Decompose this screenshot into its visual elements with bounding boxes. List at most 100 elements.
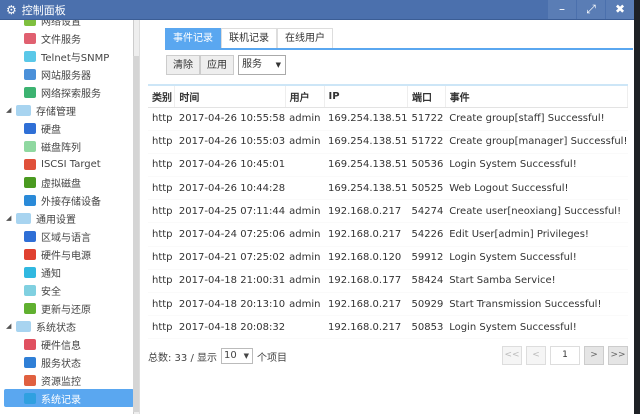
sidebar-item[interactable]: 网站服务器 <box>0 65 134 83</box>
filter-select[interactable]: 服务 ▼ <box>238 55 286 75</box>
clear-button[interactable]: 清除 <box>166 55 200 75</box>
sidebar-item[interactable]: 硬件与电源 <box>0 245 134 263</box>
sidebar-item-label: 虚拟磁盘 <box>41 178 81 190</box>
column-header[interactable]: 时间 <box>174 84 286 108</box>
sidebar-item[interactable]: 磁盘阵列 <box>0 137 134 155</box>
table-row[interactable]: http 2017-04-26 10:45:01 169.254.138.51 505… <box>148 153 628 178</box>
sidebar-item[interactable]: ◢ 通用设置 <box>0 209 134 227</box>
table-cell: http <box>148 199 175 224</box>
sidebar-item-label: 系统状态 <box>36 322 76 334</box>
sidebar-item-label: 区域与语言 <box>41 232 91 244</box>
sidebar-item[interactable]: 网络设置 <box>0 20 134 29</box>
table-row[interactable]: http 2017-04-18 21:00:31 admin 192.168.0.17… <box>148 269 628 294</box>
table-cell: 59912 <box>407 246 446 270</box>
table-cell: 50853 <box>407 315 446 340</box>
sidebar-item-label: 网站服务器 <box>41 70 91 82</box>
table-row[interactable]: http 2017-04-26 10:44:28 169.254.138.51 505… <box>148 176 628 201</box>
sidebar-item-label: 系统记录 <box>41 394 81 406</box>
tab-connection-log[interactable]: 联机记录 <box>221 28 277 48</box>
sidebar-item[interactable]: 区域与语言 <box>0 227 134 245</box>
table-cell: Create user[neoxiang] Successful! <box>445 199 628 224</box>
next-page-button[interactable]: > <box>584 346 604 365</box>
sidebar: 网络设置文件服务 Telnet与SNMP 网站服务器 网络探索服务 ◢ 存储管理 硬盘 磁盘阵… <box>0 20 140 414</box>
sidebar-item[interactable]: 服务状态 <box>0 353 134 371</box>
table-cell: Web Logout Successful! <box>445 176 628 201</box>
sidebar-item[interactable]: 资源监控 <box>0 371 134 389</box>
column-header[interactable]: 端口 <box>407 84 446 108</box>
sidebar-item-label: Telnet与SNMP <box>41 52 110 64</box>
table-cell: http <box>148 130 175 154</box>
sidebar-item-label: 服务状态 <box>41 358 81 370</box>
sidebar-item[interactable]: 硬盘 <box>0 119 134 137</box>
table-row[interactable]: http 2017-04-26 10:55:03 admin 169.254.138.… <box>148 130 628 154</box>
sidebar-item[interactable]: 外接存储设备 <box>0 191 134 209</box>
last-page-button[interactable]: >> <box>608 346 628 365</box>
column-header[interactable]: 类别 <box>148 84 176 108</box>
table-cell: 2017-04-26 10:55:03 <box>174 130 286 154</box>
expand-toggle-icon[interactable]: ◢ <box>6 322 16 330</box>
sidebar-item-icon <box>24 86 36 98</box>
tab-online-users[interactable]: 在线用户 <box>277 28 333 48</box>
table-cell: 192.168.0.217 <box>324 222 408 247</box>
sidebar-item[interactable]: 网络探索服务 <box>0 83 134 101</box>
scrollbar-thumb[interactable] <box>133 56 139 412</box>
window-title: 控制面板 <box>21 3 66 17</box>
column-header[interactable]: 用户 <box>285 84 325 108</box>
tab-event-log[interactable]: 事件记录 <box>165 28 221 48</box>
table-cell: 169.254.138.51 <box>324 153 408 178</box>
table-row[interactable]: http 2017-04-18 20:08:32 192.168.0.217 5085… <box>148 315 628 340</box>
table-row[interactable]: http 2017-04-18 20:13:10 admin 192.168.0.21… <box>148 292 628 317</box>
sidebar-item[interactable]: ◢ 存储管理 <box>0 101 134 119</box>
table-cell: admin <box>285 199 325 224</box>
sidebar-item-label: 更新与还原 <box>41 304 91 316</box>
table-cell: 169.254.138.51 <box>324 130 408 154</box>
sidebar-item-label: 硬件与电源 <box>41 250 91 262</box>
minimize-button[interactable]: – <box>548 0 576 19</box>
table-cell: 50536 <box>407 153 446 178</box>
sidebar-item[interactable]: 文件服务 <box>0 29 134 47</box>
close-button[interactable]: ✖ <box>606 0 634 19</box>
table-cell: admin <box>285 269 325 294</box>
table-row[interactable]: http 2017-04-25 07:11:44 admin 192.168.0.21… <box>148 199 628 224</box>
table-cell: http <box>148 315 175 340</box>
tab-bar: 事件记录 联机记录 在线用户 <box>165 28 633 50</box>
table-row[interactable]: http 2017-04-21 07:25:02 admin 192.168.0.12… <box>148 246 628 270</box>
prev-page-button[interactable]: < <box>526 346 546 365</box>
apply-button[interactable]: 应用 <box>200 55 234 75</box>
table-cell: http <box>148 269 175 294</box>
maximize-button[interactable]: ⤢ <box>577 0 605 19</box>
table-cell: Login System Successful! <box>445 153 628 178</box>
first-page-button[interactable]: << <box>502 346 522 365</box>
sidebar-item[interactable]: ISCSI Target <box>0 155 134 173</box>
table-cell: 51722 <box>407 130 446 154</box>
column-header[interactable]: IP <box>324 84 409 108</box>
table-row[interactable]: http 2017-04-26 10:55:58 admin 169.254.138.… <box>148 107 628 131</box>
sidebar-item[interactable]: 硬件信息 <box>0 335 134 353</box>
dropdown-arrow-icon: ▼ <box>275 61 281 69</box>
page-size-select[interactable]: 10 ▼ <box>221 348 253 364</box>
sidebar-item-icon <box>24 176 36 188</box>
sidebar-item-icon <box>24 194 36 206</box>
sidebar-item[interactable]: Telnet与SNMP <box>0 47 134 65</box>
table-cell: 2017-04-18 21:00:31 <box>174 269 286 294</box>
table-cell: 51722 <box>407 107 446 131</box>
page-number-input[interactable]: 1 <box>550 346 580 365</box>
sidebar-item[interactable]: ◢ 系统状态 <box>0 317 134 335</box>
table-row[interactable]: http 2017-04-24 07:25:06 admin 192.168.0.21… <box>148 222 628 247</box>
sidebar-item-label: 通用设置 <box>36 214 76 226</box>
table-cell: Create group[staff] Successful! <box>445 107 628 131</box>
sidebar-scrollbar[interactable] <box>133 20 139 414</box>
sidebar-item-label: 文件服务 <box>41 34 81 46</box>
sidebar-item[interactable]: 通知 <box>0 263 134 281</box>
sidebar-item[interactable]: 虚拟磁盘 <box>0 173 134 191</box>
sidebar-item[interactable]: 更新与还原 <box>0 299 134 317</box>
sidebar-item-icon <box>24 50 36 62</box>
sidebar-item[interactable]: 安全 <box>0 281 134 299</box>
expand-toggle-icon[interactable]: ◢ <box>6 106 16 114</box>
column-header[interactable]: 事件 <box>445 84 629 108</box>
expand-toggle-icon[interactable]: ◢ <box>6 214 16 222</box>
sidebar-item-icon <box>24 338 36 350</box>
sidebar-item[interactable]: 系统记录 <box>4 389 134 407</box>
filter-value: 服务 <box>242 59 262 70</box>
table-cell: Login System Successful! <box>445 246 628 270</box>
